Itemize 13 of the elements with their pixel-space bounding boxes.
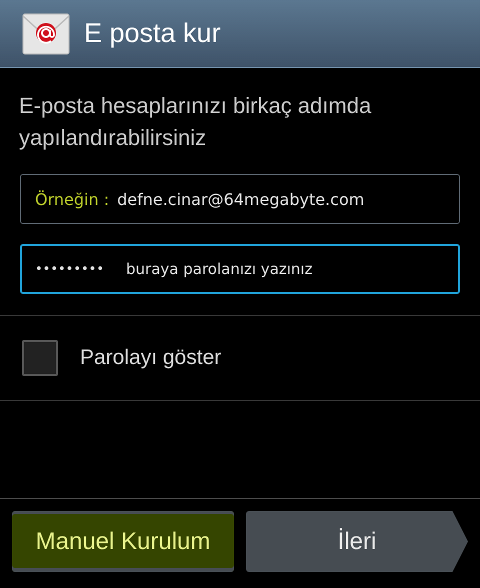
input-field[interactable]: ••••••••• buraya parolanızı yazınız [20, 244, 460, 294]
example-label: Örneğin : [35, 190, 110, 208]
checkbox-label: Parolayı göster [80, 346, 222, 370]
intro-text: E-posta hesaplarınızı birkaç adımda yapılandırabilirsiniz [18, 92, 372, 152]
input-field[interactable]: Örneğin : defne.cinar@64megabyte.com [20, 174, 460, 224]
email-app-icon [22, 12, 70, 54]
window-title: E posta kur [84, 18, 221, 49]
password-hint: buraya parolanızı yazınız [126, 260, 312, 278]
checkbox[interactable] [22, 340, 58, 376]
next-button[interactable]: İleri [246, 511, 468, 572]
password-dots: ••••••••• [35, 262, 104, 276]
email-value: defne.cinar@64megabyte.com [117, 190, 364, 208]
manual-setup-button[interactable]: Manuel Kurulum [12, 511, 234, 572]
